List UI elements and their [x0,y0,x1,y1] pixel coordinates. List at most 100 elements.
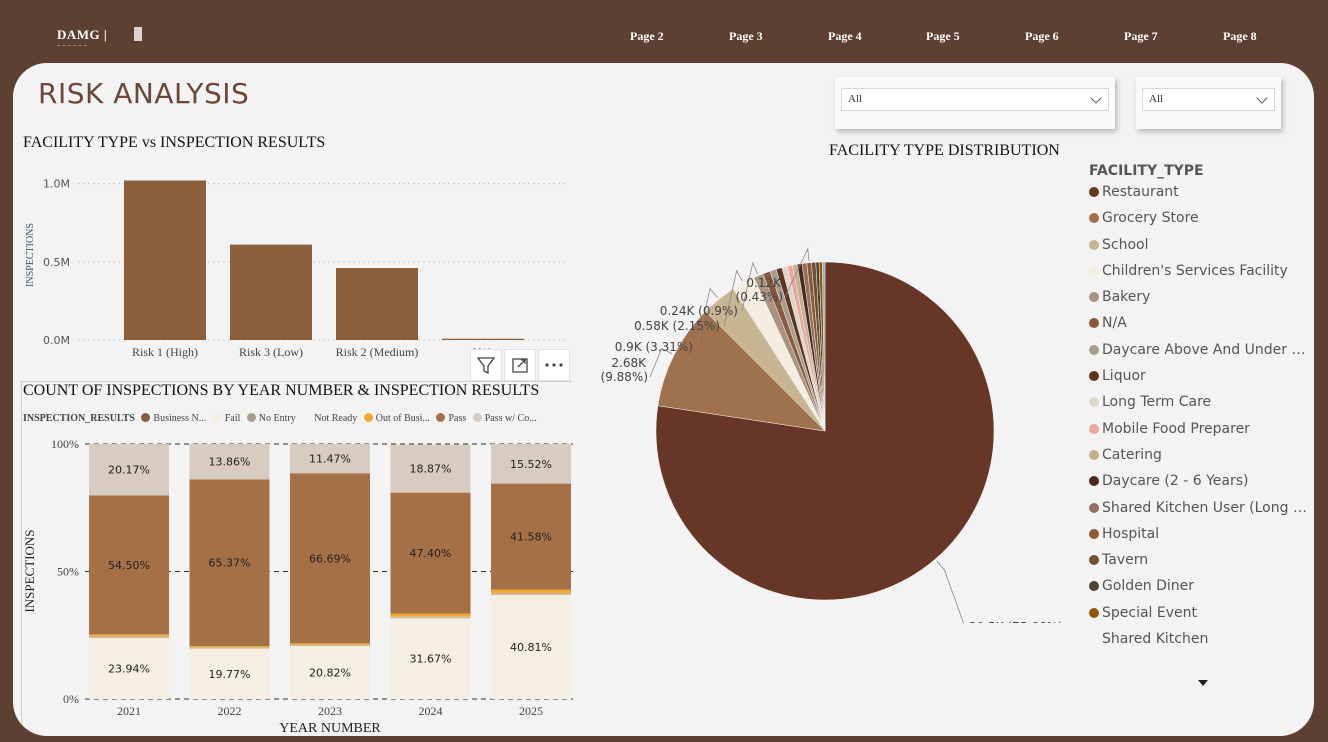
legend-label: Liquor [1102,368,1146,385]
legend-label: Tavern [1102,552,1149,569]
legend-label: Children's Services Facility [1102,262,1288,279]
legend-item[interactable]: Tavern [1089,552,1309,578]
legend-item[interactable]: Daycare (2 - 6 Years) [1089,473,1309,499]
filter-button[interactable] [470,349,502,381]
nav-page-2[interactable]: Page 2 [630,29,664,44]
legend-swatch [1089,187,1099,197]
bar [230,244,312,340]
bar [442,338,524,340]
legend-item[interactable]: Grocery Store [1089,210,1309,236]
stack-segment [491,592,571,595]
legend-item[interactable]: Bakery [1089,289,1309,315]
legend-label: N/A [1102,315,1127,332]
legend-label: Restaurant [1102,184,1179,200]
legend-item[interactable]: Special Event [1089,605,1309,631]
more-options-button[interactable] [538,349,570,381]
scroll-down-icon[interactable] [1198,680,1208,686]
y-tick-label: 0.5M [43,256,70,269]
data-label: 11.47% [309,453,351,466]
legend-label: Shared Kitchen [1102,631,1209,648]
legend-item[interactable]: School [1089,237,1309,263]
legend-label: Mobile Food Preparer [1102,420,1250,437]
x-tick-label: 2021 [117,704,141,718]
slicer-1-value: All [848,93,863,105]
y-tick-label: 50% [57,565,79,579]
chart-3-title: FACILITY TYPE DISTRIBUTION [829,142,1060,159]
x-tick-label: Risk 3 (Low) [239,345,303,359]
legend-item[interactable]: Pass [436,413,466,424]
year-stacked-chart: 100% 50% 0% INSPECTIONS 23.94% 54.50% 20.17% 20… [22,437,573,736]
legend-item[interactable]: Catering [1089,447,1309,473]
nav-page-5[interactable]: Page 5 [926,29,960,44]
legend-label: Special Event [1102,604,1197,621]
legend-label: Shared Kitchen User (Long Te... [1102,499,1309,516]
legend-item[interactable]: Long Term Care [1089,394,1309,420]
legend-item[interactable]: Children's Services Facility [1089,263,1309,289]
x-axis-label: YEAR NUMBER [279,721,381,736]
brand-logo: DAMG | [57,27,108,42]
legend-swatch [1089,371,1099,382]
data-label: 66.69% [309,552,351,565]
legend-item[interactable]: Fail [212,413,240,424]
facility-pie-chart: 20.5K (75.66%) 2.68K(9.88%) 0.9K (3.31%) 0.… [601,247,1063,623]
stack-segment [290,644,370,646]
nav-page-6[interactable]: Page 6 [1025,29,1059,44]
stack-segment [89,635,169,638]
data-label: 0.58K (2.15%) [634,319,720,333]
x-tick-label: 2022 [218,704,242,718]
legend-item[interactable]: Shared Kitchen [1089,631,1309,657]
data-label: 54.50% [108,559,150,572]
y-tick-label: 0% [63,692,79,706]
legend-item[interactable]: Pass w/ Co... [472,413,537,424]
data-label: 65.37% [209,557,251,570]
filter-icon [476,357,496,375]
legend-item[interactable]: N/A [1089,315,1309,341]
data-label: 18.87% [410,463,452,476]
nav-page-4[interactable]: Page 4 [828,29,862,44]
nav-page-8[interactable]: Page 8 [1223,29,1257,44]
legend-label: Long Term Care [1102,394,1212,411]
data-label: 0.9K (3.31%) [615,340,693,354]
legend-swatch [1089,634,1099,644]
legend-item[interactable]: Business N... [141,413,206,424]
risk-bar-chart: 1.0M 0.5M 0.0M INSPECTIONS Risk 1 (High) Risk… [25,178,568,359]
slicer-2-dropdown[interactable]: All [1142,88,1275,111]
legend-item[interactable]: Shared Kitchen User (Long Te... [1089,500,1309,526]
legend-label: Daycare (2 - 6 Years) [1102,473,1249,490]
legend-swatch [1089,344,1099,355]
legend-swatch [1089,581,1099,592]
x-tick-label: 2024 [419,704,443,718]
legend-label: Catering [1102,446,1162,463]
legend-item[interactable]: Not Ready [302,413,357,424]
legend-item[interactable]: Hospital [1089,526,1309,552]
y-tick-label: 1.0M [43,178,70,191]
data-label: 20.82% [309,666,351,679]
legend-label: Grocery Store [1102,210,1199,227]
data-label: 20.17% [108,464,150,477]
legend-item[interactable]: Restaurant [1089,184,1309,210]
stack-segment [290,643,370,645]
x-tick-label: Risk 1 (High) [132,345,198,359]
legend-label: Hospital [1102,525,1160,542]
stack-segment [390,616,471,619]
data-label: 20.5K (75.66%) [969,620,1063,623]
focus-mode-button[interactable] [504,349,536,381]
nav-page-7[interactable]: Page 7 [1124,29,1158,44]
legend-label: Golden Diner [1102,578,1195,595]
data-label: 40.81% [510,641,552,654]
legend-item[interactable]: Golden Diner [1089,578,1309,604]
nav-page-3[interactable]: Page 3 [729,29,763,44]
slicer-1-dropdown[interactable]: All [841,88,1109,111]
legend-item[interactable]: Out of Busi... [363,413,430,424]
legend-item[interactable]: Daycare Above And Under 2 Y... [1089,342,1309,368]
legend-swatch [1089,555,1099,566]
data-label: 2.68K [611,356,647,370]
logo-underline [57,45,87,46]
data-label: 19.77% [209,668,251,681]
legend-item[interactable]: No Entry [246,413,296,424]
y-tick-label: 100% [51,437,79,451]
legend-item[interactable]: Mobile Food Preparer [1089,421,1309,447]
legend-swatch [1089,502,1099,513]
legend-item[interactable]: Liquor [1089,368,1309,394]
leader-line [936,560,964,623]
